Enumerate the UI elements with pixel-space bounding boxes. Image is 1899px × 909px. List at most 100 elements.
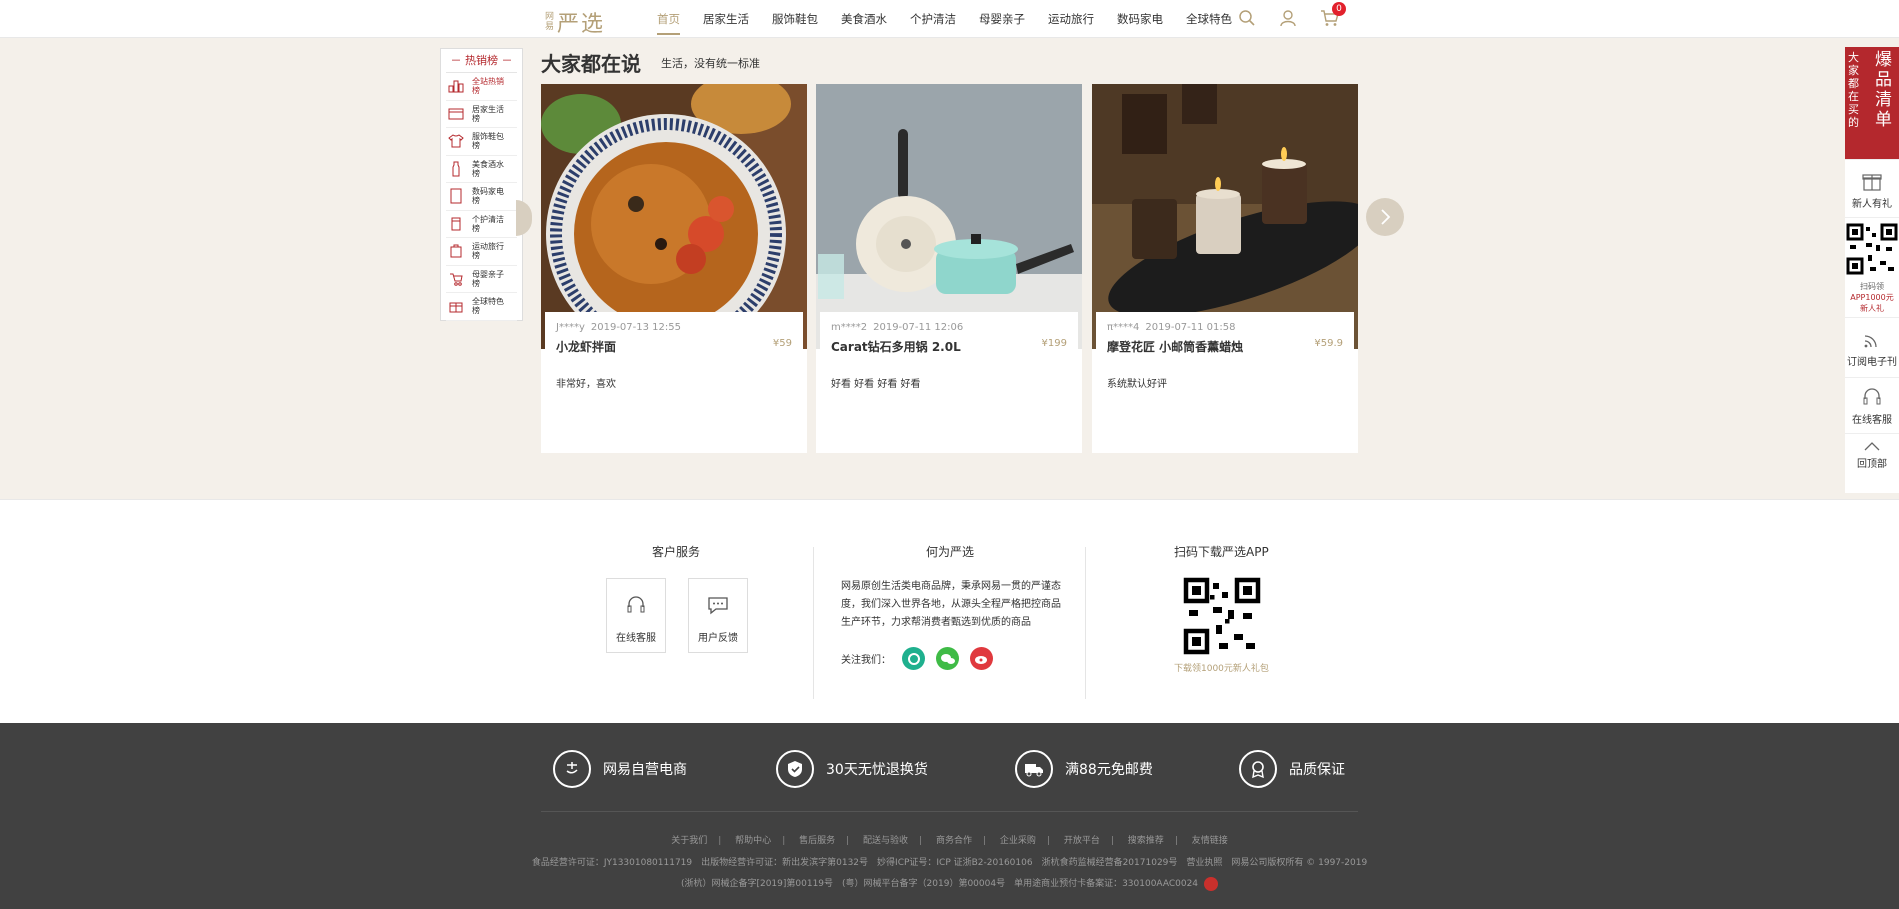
online-service-label: 在线客服: [616, 633, 656, 644]
gift-icon: [1862, 174, 1882, 191]
review-comment: 好看 好看 好看 好看: [831, 379, 921, 390]
shield-check-icon: [776, 750, 814, 788]
nav-item-home[interactable]: 首页: [657, 0, 680, 38]
sidebar-item-all[interactable]: 全站热销榜: [446, 73, 517, 101]
nav-item-home-living[interactable]: 居家生活: [703, 0, 749, 38]
product-name[interactable]: Carat钻石多用锅 2.0L: [831, 338, 961, 355]
promo-label: 品质保证: [1289, 762, 1345, 778]
wechat-icon[interactable]: [936, 647, 959, 670]
sidebar-item-label: 母婴亲子榜: [472, 269, 504, 288]
bestseller-sidebar: － 热销榜 － 全站热销榜 居家生活榜 服饰鞋包榜 美食酒水榜 数码家电榜 个护…: [440, 48, 523, 321]
footer-bottom: 网易自营电商 30天无忧退换货 满88元免邮费 品质保证 关于我们 | 帮助中心 |…: [0, 723, 1899, 909]
footer-divider: [541, 811, 1358, 812]
police-badge-icon[interactable]: [1204, 876, 1219, 891]
review-card[interactable]: m****2 2019-07-11 12:06 Carat钻石多用锅 2.0L ¥1…: [816, 84, 1082, 453]
shirt-icon: [446, 131, 466, 151]
back-to-top-button[interactable]: 回顶部: [1845, 433, 1899, 477]
service-label: 在线客服: [1852, 415, 1892, 426]
feedback-box[interactable]: 用户反馈: [688, 578, 748, 653]
review-comment: 非常好，喜欢: [556, 379, 616, 390]
license-text-2: (浙杭）网械企备字[2019]第00119号 (粤）网械平台备字（2019）第0…: [680, 879, 1199, 889]
search-icon[interactable]: [1238, 9, 1258, 29]
footer-link-after-sales[interactable]: 售后服务: [799, 836, 835, 846]
sidebar-item-baby[interactable]: 母婴亲子榜: [446, 266, 517, 293]
carousel-next-button[interactable]: [1366, 198, 1404, 236]
sidebar-item-care[interactable]: 个护清洁榜: [446, 211, 517, 238]
footer-link-friends[interactable]: 友情链接: [1192, 836, 1228, 846]
promo-returns: 30天无忧退换货: [776, 750, 928, 788]
online-service-button[interactable]: 在线客服: [1845, 377, 1899, 433]
sidebar-item-global[interactable]: 全球特色榜: [446, 293, 517, 321]
rss-icon: [1864, 335, 1877, 348]
footer-link-help[interactable]: 帮助中心: [735, 836, 771, 846]
cart-icon[interactable]: 0: [1320, 2, 1346, 29]
product-name[interactable]: 小龙虾拌面: [556, 338, 616, 355]
banner-big-text: 爆品清单: [1875, 50, 1892, 130]
nav-item-sports[interactable]: 运动旅行: [1048, 0, 1094, 38]
product-image-pots: [816, 84, 1082, 349]
logo-big: 严选: [557, 12, 606, 37]
sidebar-item-sports[interactable]: 运动旅行榜: [446, 238, 517, 266]
main-section: － 热销榜 － 全站热销榜 居家生活榜 服饰鞋包榜 美食酒水榜 数码家电榜 个护…: [0, 38, 1899, 499]
weibo-icon[interactable]: [970, 647, 993, 670]
sidebar-header: － 热销榜 －: [446, 49, 517, 73]
nav-item-food[interactable]: 美食酒水: [841, 0, 887, 38]
online-service-box[interactable]: 在线客服: [606, 578, 666, 653]
review-comment: 系统默认好评: [1107, 379, 1167, 390]
ranking-bars-icon: [446, 76, 466, 96]
new-user-gift-button[interactable]: 新人有礼: [1845, 159, 1899, 217]
reviewer-name: m****2: [831, 322, 868, 333]
review-meta: J****y 2019-07-13 12:55: [556, 322, 792, 333]
netease-social-icon[interactable]: [902, 647, 925, 670]
gift-box-icon: [446, 296, 466, 316]
reviewer-name: π****4: [1107, 322, 1140, 333]
promo-free-shipping: 满88元免邮费: [1015, 750, 1153, 788]
sidebar-item-label: 全站热销榜: [472, 77, 504, 96]
hot-list-banner[interactable]: 大家都在买的 爆品清单: [1845, 47, 1899, 159]
nav-item-baby[interactable]: 母婴亲子: [979, 0, 1025, 38]
subscribe-button[interactable]: 订阅电子刊: [1845, 317, 1899, 377]
reviewer-name: J****y: [556, 322, 585, 333]
footer-link-business[interactable]: 商务合作: [936, 836, 972, 846]
review-card[interactable]: J****y 2019-07-13 12:55 小龙虾拌面 ¥59 非常好，喜欢: [541, 84, 807, 453]
product-price: ¥199: [1041, 338, 1067, 349]
product-price: ¥59.9: [1314, 338, 1343, 349]
user-icon[interactable]: [1279, 9, 1299, 29]
product-price: ¥59: [772, 338, 792, 349]
section-subtitle: 生活，没有统一标准: [661, 57, 760, 70]
qr-code-icon: [1846, 223, 1898, 275]
footer-link-enterprise[interactable]: 企业采购: [1000, 836, 1036, 846]
review-date: 2019-07-13 12:55: [590, 322, 681, 333]
sidebar-item-label: 个护清洁榜: [472, 214, 504, 233]
nav-item-personal-care[interactable]: 个护清洁: [910, 0, 956, 38]
footer-link-delivery[interactable]: 配送与验收: [863, 836, 908, 846]
sidebar-item-digital[interactable]: 数码家电榜: [446, 183, 517, 211]
nav-item-global[interactable]: 全球特色: [1186, 0, 1232, 38]
sidebar-item-apparel[interactable]: 服饰鞋包榜: [446, 128, 517, 156]
award-badge-icon: [1239, 750, 1277, 788]
sidebar-item-label: 居家生活榜: [472, 104, 504, 123]
netease-logo-icon: [553, 750, 591, 788]
carousel-prev-button[interactable]: [516, 200, 532, 236]
section-title: 大家都在说: [541, 52, 641, 76]
logo[interactable]: 网易 严选: [545, 6, 605, 38]
sidebar-item-home[interactable]: 居家生活榜: [446, 101, 517, 128]
stroller-icon: [446, 269, 466, 289]
nav-item-digital[interactable]: 数码家电: [1117, 0, 1163, 38]
sidebar-item-food[interactable]: 美食酒水榜: [446, 156, 517, 183]
follow-us: 关注我们：: [841, 647, 993, 670]
nav-item-apparel[interactable]: 服饰鞋包: [772, 0, 818, 38]
review-card[interactable]: π****4 2019-07-11 01:58 摩登花匠 小邮筒香薰蜡烛 ¥59.9…: [1092, 84, 1358, 453]
about-title: 何为严选: [926, 545, 975, 559]
footer-link-search[interactable]: 搜索推荐: [1128, 836, 1164, 846]
banner-small-text: 大家都在买的: [1848, 51, 1859, 129]
promo-label: 30天无忧退换货: [826, 762, 928, 778]
footer-link-open-platform[interactable]: 开放平台: [1064, 836, 1100, 846]
sidebar-item-label: 数码家电榜: [472, 187, 504, 206]
product-name[interactable]: 摩登花匠 小邮筒香薰蜡烛: [1107, 338, 1243, 355]
sidebar-item-label: 美食酒水榜: [472, 159, 504, 178]
qr-line1: 扫码领: [1860, 282, 1884, 291]
footer-link-about[interactable]: 关于我们: [671, 836, 707, 846]
logo-small: 网易: [545, 12, 555, 32]
review-meta: π****4 2019-07-11 01:58: [1107, 322, 1343, 333]
